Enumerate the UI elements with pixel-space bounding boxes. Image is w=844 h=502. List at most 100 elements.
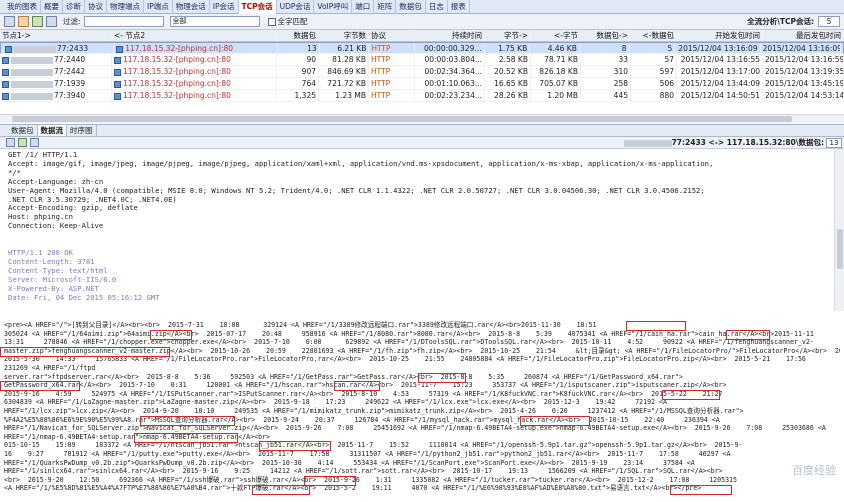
redacted-ip: [623, 139, 672, 147]
watermark: 百度经验: [792, 464, 836, 478]
tab-port[interactable]: 端口: [352, 0, 375, 14]
stream-line: 305024 <A HREF="/1/64aimi.zip">64aimi.zi…: [4, 329, 814, 338]
exact-match-checkbox[interactable]: [267, 17, 276, 26]
tab-log[interactable]: 日志: [426, 0, 448, 14]
col-start-time[interactable]: 开始发包时间: [677, 30, 763, 41]
col-protocol[interactable]: 协议: [369, 30, 415, 41]
stream-line: HREF="/1/nmap-6.49BETA4-setup.rar">nmap-…: [4, 432, 270, 441]
connection-label: 77:2433 <-> 117.18.15.32:80\数据包:: [623, 137, 824, 149]
tab-summary[interactable]: 概要: [41, 0, 63, 14]
tab-matrix[interactable]: 矩阵: [374, 0, 397, 14]
tab-diagnosis[interactable]: 诊断: [63, 0, 85, 14]
copy-icon[interactable]: [6, 138, 15, 147]
cell-packets-in: 506: [631, 78, 677, 89]
redacted-ip: [11, 92, 53, 100]
refresh-icon[interactable]: [30, 138, 39, 147]
server-icon: [116, 45, 124, 53]
stream-line: HREF="/1/Navicat_for_SQLServer.zip">Navi…: [4, 424, 826, 433]
stream-line: 16 9:27 701912 <A HREF="/1/putty.exe">pu…: [4, 449, 731, 458]
tab-packet[interactable]: 数据包: [8, 125, 38, 136]
stream-line: Server: Microsoft-IIS/6.0: [8, 275, 117, 284]
cell-packets-out: 258: [581, 78, 631, 89]
cell-packets-in: 57: [631, 54, 677, 65]
refresh-icon[interactable]: [46, 16, 57, 27]
cell-packets: 907: [277, 66, 319, 77]
tab-my-charts[interactable]: 我的图表: [4, 0, 41, 14]
tab-timeline[interactable]: 时序图: [67, 125, 97, 136]
tab-ip-session[interactable]: IP会话: [210, 0, 239, 14]
tab-stream[interactable]: 数据流: [37, 125, 67, 136]
tab-udp-session[interactable]: UDP会话: [277, 0, 315, 14]
tab-physical-session[interactable]: 物理会话: [173, 0, 210, 14]
redacted-ip: [11, 56, 53, 64]
highlight-box: [252, 485, 310, 495]
table-row[interactable]: 77:2433 117.18.15.32-[phping.cn]:80 13 6.21…: [0, 42, 844, 54]
scroll-thumb[interactable]: [837, 229, 843, 269]
cell-bytes-in: 78.71 KB: [531, 54, 581, 65]
grid-horizontal-scrollbar[interactable]: [0, 114, 844, 123]
scroll-thumb[interactable]: [12, 116, 792, 122]
table-row[interactable]: 77:2442 117.18.15.32-[phping.cn]:80 907 846…: [0, 66, 844, 78]
options-icon[interactable]: [32, 16, 43, 27]
col-packets-in[interactable]: <-数据包: [631, 30, 677, 41]
stream-line: Accept-Encoding: gzip, deflate: [8, 204, 138, 213]
cell-node1: 77:2440: [0, 54, 112, 65]
save-icon[interactable]: [18, 138, 27, 147]
col-last-time[interactable]: 最后发包时间: [763, 30, 844, 41]
tab-report[interactable]: 报表: [448, 0, 470, 14]
toolbar: 过滤: 全部 全字匹配 全流分析\TCP会话: 5: [0, 14, 844, 30]
view-list-icon[interactable]: [4, 16, 15, 27]
col-node1[interactable]: 节点1->: [0, 30, 112, 41]
cell-packets: 1,325: [277, 90, 319, 101]
table-row[interactable]: 77:1939 117.18.15.32-[phping.cn]:80 764 721…: [0, 78, 844, 90]
stream-line: Accept-Language: zh-cn: [8, 177, 104, 186]
detail-tabs: 数据包 数据流 时序图: [0, 125, 844, 137]
cell-last-time: 2015/12/04 13:16:59: [765, 54, 844, 65]
cell-bytes-out: 1.75 KB: [485, 43, 531, 53]
export-icon[interactable]: [18, 16, 29, 27]
stream-line: */*: [8, 168, 21, 177]
http-stream-view[interactable]: GET /1/ HTTP/1.1 Accept: image/gif, image…: [0, 149, 834, 311]
highlight-box: [662, 390, 720, 400]
tab-voip[interactable]: VoIP呼叫: [314, 0, 353, 14]
col-packets-out[interactable]: 数据包->: [581, 30, 631, 41]
col-duration[interactable]: 持续时间: [415, 30, 485, 41]
stream-vertical-scrollbar[interactable]: [834, 149, 844, 311]
scope-select[interactable]: 全部: [169, 16, 260, 27]
stream-line: 231269 <A HREF="/1/ftpd: [4, 363, 96, 372]
tab-ip-endpoint[interactable]: IP端点: [144, 0, 173, 14]
monitor-icon: [2, 92, 9, 100]
tcp-session-grid: 节点1-> <- 节点2 数据包 字节数 协议 持续时间 字节-> <-字节 数…: [0, 30, 844, 125]
col-bytes[interactable]: 字节数: [319, 30, 369, 41]
stream-line: Content-Type: text/html: [8, 266, 108, 275]
cell-last-time: 2015/12/04 13:45:19: [765, 78, 844, 89]
cell-bytes-in: 4.46 KB: [530, 43, 580, 53]
table-row[interactable]: 77:2440 117.18.15.32-[phping.cn]:80 90 81.2…: [0, 54, 844, 66]
col-packets[interactable]: 数据包: [277, 30, 319, 41]
cell-duration: 00:02:23.234...: [415, 90, 485, 101]
cell-node2: 117.18.15.32-[phping.cn]:80: [112, 66, 277, 77]
cell-bytes-in: 826.18 KB: [531, 66, 581, 77]
table-row[interactable]: 77:3940 117.18.15.32-[phping.cn]:80 1,325 1…: [0, 90, 844, 102]
col-node2[interactable]: <- 节点2: [112, 30, 277, 41]
col-bytes-in[interactable]: <-字节: [531, 30, 581, 41]
stream-line: Content-Length: 3781: [8, 258, 95, 267]
cell-packets-in: 5: [630, 43, 676, 53]
highlight-box: [0, 347, 170, 357]
directory-listing-source: <pre><A HREF="/">[转到父目录]</A><br><br> 201…: [0, 319, 844, 502]
highlight-box: [150, 330, 192, 340]
col-bytes-out[interactable]: 字节->: [485, 30, 531, 41]
full-analysis-label[interactable]: 全流分析\TCP会话:: [747, 16, 814, 27]
divider: [0, 311, 844, 319]
cell-node2: 117.18.15.32-[phping.cn]:80: [112, 90, 277, 101]
server-icon: [114, 68, 121, 76]
tab-protocol[interactable]: 协议: [85, 0, 107, 14]
redacted-ip: [11, 68, 53, 76]
filter-input[interactable]: [83, 16, 164, 27]
cell-bytes-in: 705.07 KB: [531, 78, 581, 89]
tab-tcp-session[interactable]: TCP会话: [238, 0, 277, 14]
tab-packets[interactable]: 数据包: [396, 0, 426, 14]
tab-physical-endpoint[interactable]: 物理端点: [107, 0, 144, 14]
highlight-box: [334, 381, 380, 391]
redacted-ip: [11, 80, 53, 88]
